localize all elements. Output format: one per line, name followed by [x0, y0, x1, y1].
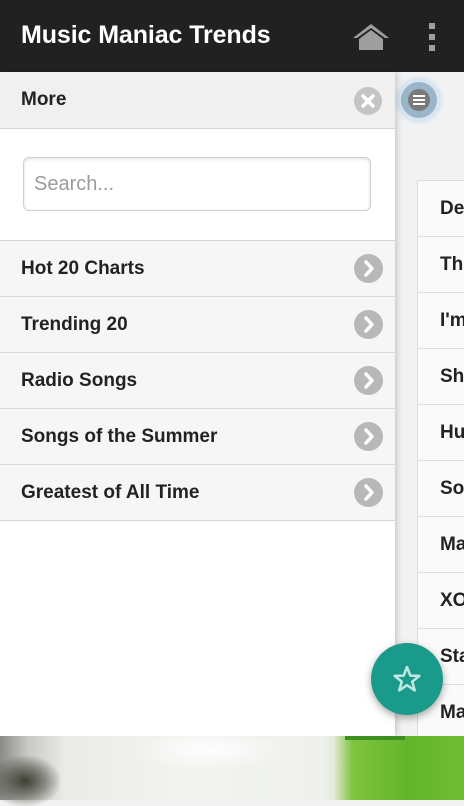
ad-banner-highlight: [130, 730, 290, 770]
list-menu-icon: [408, 89, 430, 111]
chevron-right-icon: [354, 366, 383, 395]
close-icon: [361, 94, 375, 108]
song-row[interactable]: Hu: [418, 405, 464, 461]
nav-item-label: Songs of the Summer: [21, 426, 218, 447]
nav-item-hot-20-charts[interactable]: Hot 20 Charts: [0, 241, 395, 297]
search-area: [0, 129, 395, 241]
drawer-title: More: [21, 89, 67, 110]
nav-item-label: Trending 20: [21, 314, 128, 335]
ad-banner-image: [0, 756, 60, 806]
close-drawer-button[interactable]: [354, 87, 382, 115]
drawer-header: More: [0, 72, 395, 129]
star-icon: [393, 665, 421, 692]
menu-toggle-button[interactable]: [401, 82, 437, 118]
search-input[interactable]: [23, 157, 371, 211]
nav-item-songs-of-the-summer[interactable]: Songs of the Summer: [0, 409, 395, 465]
song-row[interactable]: So: [418, 461, 464, 517]
nav-item-greatest-of-all-time[interactable]: Greatest of All Time: [0, 465, 395, 521]
song-row[interactable]: De: [418, 181, 464, 237]
app-title: Music Maniac Trends: [21, 21, 271, 49]
song-row[interactable]: I'm: [418, 293, 464, 349]
home-icon: [353, 24, 389, 50]
song-row[interactable]: Sh: [418, 349, 464, 405]
nav-item-radio-songs[interactable]: Radio Songs: [0, 353, 395, 409]
favorite-fab-button[interactable]: [371, 643, 443, 715]
home-button[interactable]: [351, 20, 391, 54]
chevron-right-icon: [354, 422, 383, 451]
nav-item-label: Hot 20 Charts: [21, 258, 145, 279]
nav-item-label: Greatest of All Time: [21, 482, 200, 503]
chevron-right-icon: [354, 254, 383, 283]
overflow-menu-button[interactable]: [418, 20, 446, 54]
nav-item-trending-20[interactable]: Trending 20: [0, 297, 395, 353]
drawer-panel: More Hot 20 Charts Trending 20 Radio Son…: [0, 72, 395, 736]
song-row[interactable]: Ma: [418, 517, 464, 573]
app-bar: Music Maniac Trends: [0, 0, 464, 72]
overflow-menu-icon: [429, 23, 435, 51]
chevron-right-icon: [354, 478, 383, 507]
chevron-right-icon: [354, 310, 383, 339]
song-row[interactable]: XO: [418, 573, 464, 629]
ad-banner-edge: [345, 736, 405, 740]
nav-item-label: Radio Songs: [21, 370, 138, 391]
song-row[interactable]: Th: [418, 237, 464, 293]
